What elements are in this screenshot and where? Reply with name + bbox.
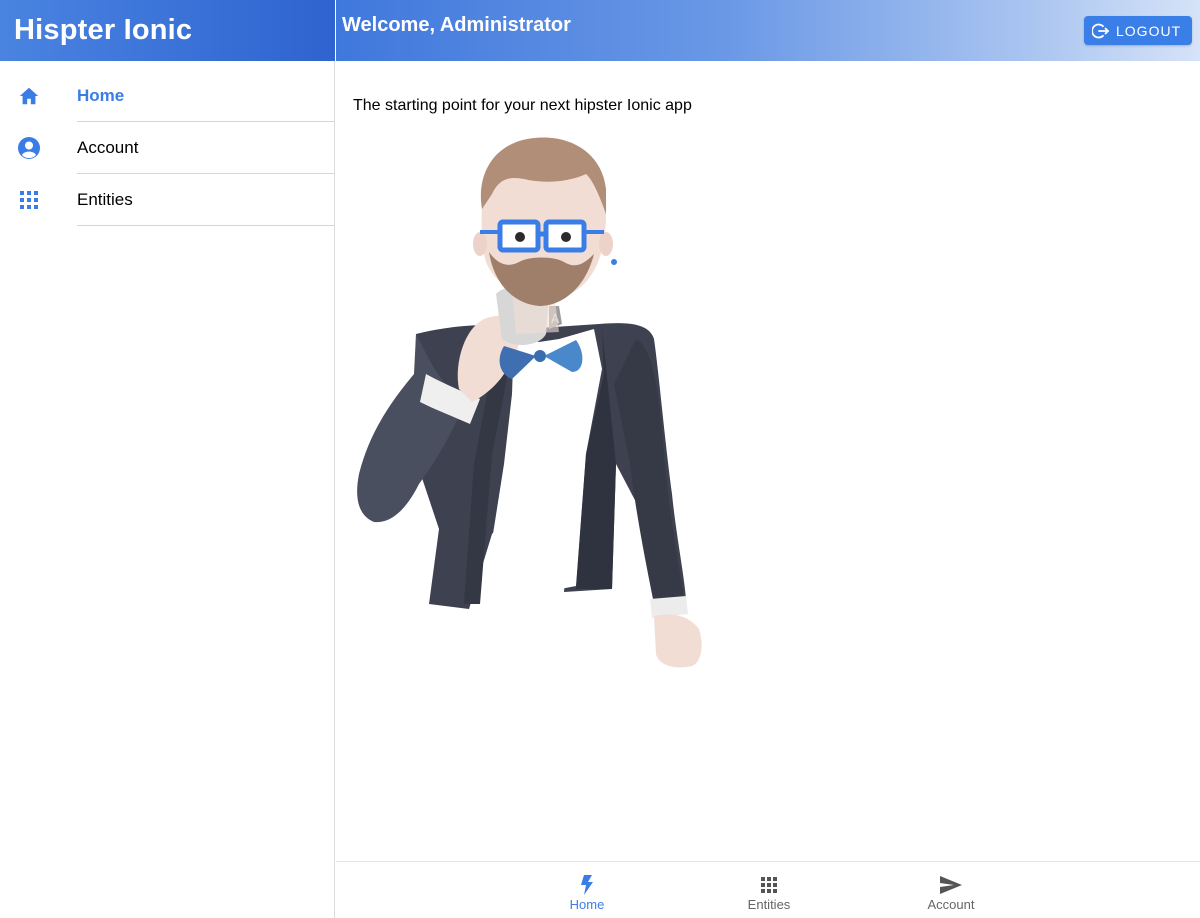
tab-home[interactable]: Home	[527, 862, 647, 918]
send-icon	[940, 874, 962, 896]
log-out-icon	[1091, 22, 1110, 40]
bottom-tab-bar: Home Entities Account	[336, 861, 1200, 918]
sidebar-item-label: Entities	[77, 190, 133, 209]
tab-label: Home	[569, 897, 605, 912]
tab-label: Entities	[747, 897, 791, 912]
flash-icon	[576, 874, 598, 896]
sidebar-item-entities[interactable]: Entities	[0, 174, 334, 226]
apps-grid-icon	[758, 874, 780, 896]
sidebar-item-account[interactable]: Account	[0, 122, 334, 174]
main-toolbar: Welcome, Administrator LOGOUT	[336, 0, 1200, 61]
sidebar-item-label: Home	[77, 86, 125, 105]
hipster-mascot-illustration: A	[357, 137, 702, 668]
page-title: Welcome, Administrator	[342, 14, 571, 36]
logout-button[interactable]: LOGOUT	[1084, 16, 1192, 45]
person-circle-icon	[17, 136, 41, 160]
sidebar-item-label: Account	[77, 138, 139, 157]
apps-grid-icon	[17, 188, 41, 212]
side-menu: Hispter Ionic Home Account Entities	[0, 0, 335, 918]
sidebar-item-home[interactable]: Home	[0, 70, 334, 122]
side-menu-header: Hispter Ionic	[0, 0, 335, 61]
home-icon	[17, 84, 41, 108]
tab-label: Account	[927, 897, 975, 912]
app-title: Hispter Ionic	[14, 14, 193, 46]
home-content: The starting point for your next hipster…	[336, 61, 1200, 861]
logout-label: LOGOUT	[1116, 22, 1182, 39]
tab-account[interactable]: Account	[891, 862, 1011, 918]
intro-text: The starting point for your next hipster…	[353, 97, 692, 114]
tab-entities[interactable]: Entities	[709, 862, 829, 918]
side-menu-list: Home Account Entities	[0, 70, 334, 226]
divider	[77, 225, 334, 226]
